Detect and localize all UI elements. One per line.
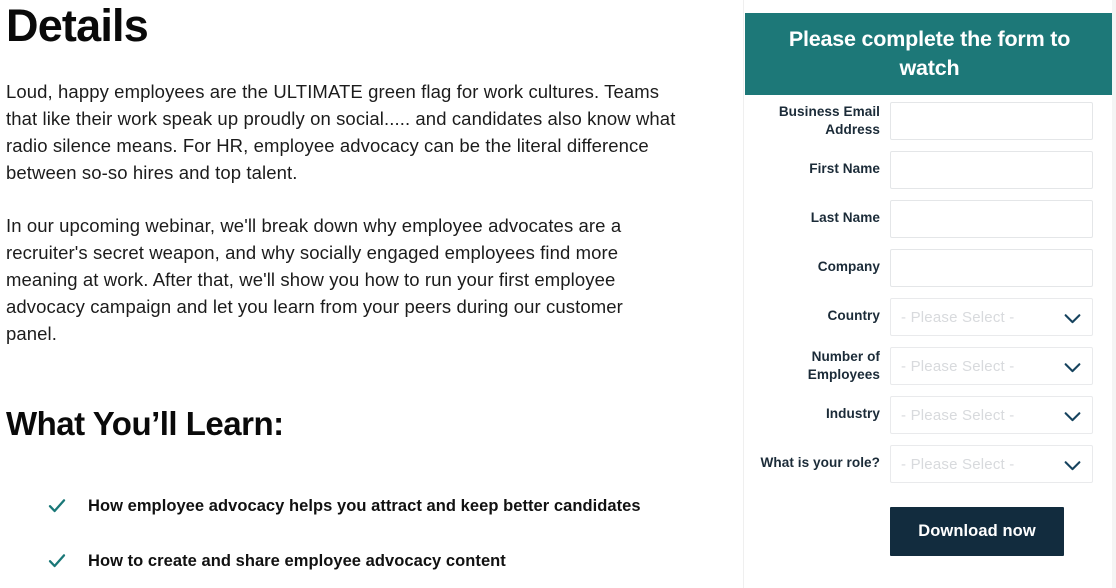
- what-you-will-learn-heading: What You’ll Learn:: [6, 405, 284, 443]
- number-of-employees-select-value: - Please Select -: [901, 357, 1015, 375]
- form-row-number-of-employees: Number of Employees - Please Select -: [744, 347, 1116, 385]
- chevron-down-icon: [1064, 410, 1081, 422]
- business-email-label: Business Email Address: [778, 104, 880, 137]
- list-item: How employee advocacy helps you attract …: [6, 495, 679, 517]
- number-of-employees-select[interactable]: - Please Select -: [890, 347, 1093, 385]
- details-paragraph-1: Loud, happy employees are the ULTIMATE g…: [6, 81, 676, 184]
- role-label: What is your role?: [760, 455, 880, 470]
- first-name-label: First Name: [809, 161, 880, 176]
- industry-select[interactable]: - Please Select -: [890, 396, 1093, 434]
- form-header-title: Please complete the form to watch: [788, 27, 1071, 80]
- business-email-field-wrap: [890, 102, 1093, 140]
- industry-field-wrap: - Please Select -: [890, 396, 1093, 434]
- form-submit-row: Download now: [744, 507, 1116, 556]
- industry-select-value: - Please Select -: [901, 406, 1015, 424]
- form-row-industry: Industry - Please Select -: [744, 396, 1116, 434]
- form-header-banner: Please complete the form to watch: [745, 13, 1114, 95]
- learn-bullet-list: How employee advocacy helps you attract …: [6, 443, 679, 572]
- business-email-input[interactable]: [890, 102, 1093, 140]
- role-select-value: - Please Select -: [901, 455, 1015, 473]
- check-icon: [48, 497, 66, 515]
- chevron-down-icon: [1064, 459, 1081, 471]
- form-row-country: Country - Please Select -: [744, 298, 1116, 336]
- number-of-employees-field-wrap: - Please Select -: [890, 347, 1093, 385]
- lead-capture-form: Business Email Address First Name Last N…: [744, 102, 1116, 556]
- list-item: How to create and share employee advocac…: [6, 550, 679, 572]
- last-name-label: Last Name: [810, 210, 880, 225]
- role-select[interactable]: - Please Select -: [890, 445, 1093, 483]
- list-item-label: How employee advocacy helps you attract …: [88, 497, 641, 516]
- check-icon: [48, 552, 66, 570]
- country-field-wrap: - Please Select -: [890, 298, 1093, 336]
- company-input[interactable]: [890, 249, 1093, 287]
- details-paragraph-2: In our upcoming webinar, we'll break dow…: [6, 215, 623, 345]
- last-name-field-wrap: [890, 200, 1093, 238]
- first-name-input[interactable]: [890, 151, 1093, 189]
- scrollbar-track[interactable]: [1112, 0, 1116, 588]
- form-row-business-email: Business Email Address: [744, 102, 1116, 140]
- download-now-button[interactable]: Download now: [890, 507, 1064, 556]
- registration-form-panel: Please complete the form to watch Busine…: [743, 0, 1116, 588]
- details-content-column: Details Loud, happy employees are the UL…: [0, 0, 743, 588]
- form-row-last-name: Last Name: [744, 200, 1116, 238]
- form-row-first-name: First Name: [744, 151, 1116, 189]
- list-item-label: How to create and share employee advocac…: [88, 552, 506, 571]
- industry-label: Industry: [825, 406, 880, 421]
- last-name-input[interactable]: [890, 200, 1093, 238]
- form-row-role: What is your role? - Please Select -: [744, 445, 1116, 483]
- company-field-wrap: [890, 249, 1093, 287]
- country-select[interactable]: - Please Select -: [890, 298, 1093, 336]
- country-select-value: - Please Select -: [901, 308, 1015, 326]
- role-field-wrap: - Please Select -: [890, 445, 1093, 483]
- number-of-employees-label: Number of Employees: [807, 349, 880, 382]
- page-title: Details: [6, 0, 149, 51]
- company-label: Company: [817, 259, 880, 274]
- chevron-down-icon: [1064, 312, 1081, 324]
- country-label: Country: [827, 308, 880, 323]
- form-row-company: Company: [744, 249, 1116, 287]
- chevron-down-icon: [1064, 361, 1081, 373]
- first-name-field-wrap: [890, 151, 1093, 189]
- landing-page: Details Loud, happy employees are the UL…: [0, 0, 1116, 588]
